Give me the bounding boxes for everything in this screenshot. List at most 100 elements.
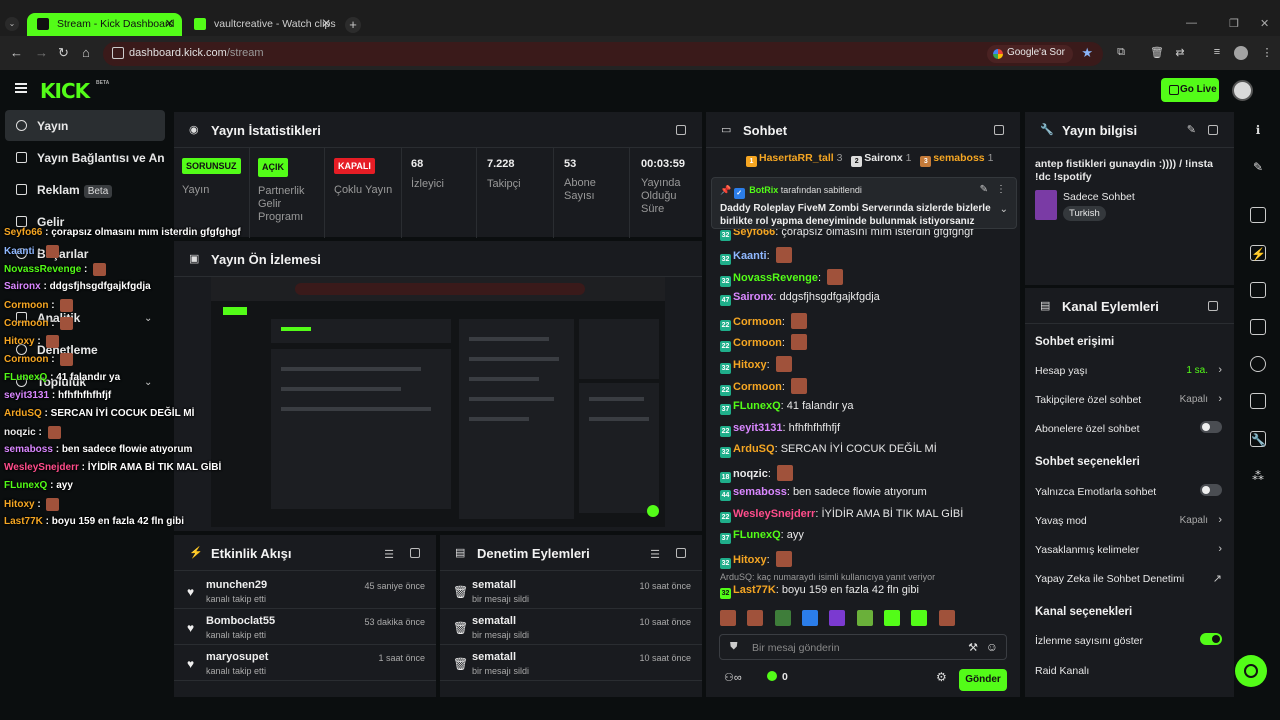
chat-username[interactable]: Kaanti xyxy=(733,250,767,262)
expand-icon[interactable] xyxy=(676,548,686,558)
wrench-icon[interactable]: 🔧 xyxy=(1250,431,1266,447)
more-icon[interactable]: ⋮ xyxy=(996,184,1006,195)
filter-icon[interactable]: ☰ xyxy=(384,548,394,561)
chevron-down-icon[interactable]: ⌄ xyxy=(144,313,152,324)
expand-icon[interactable] xyxy=(1208,301,1218,311)
emote-icon[interactable] xyxy=(829,610,846,626)
emote-icon[interactable] xyxy=(747,610,764,626)
save-icon[interactable] xyxy=(1250,393,1266,409)
translate-extension-icon[interactable]: ⇄ xyxy=(1173,46,1187,60)
help-button[interactable] xyxy=(1235,655,1267,687)
window-close-icon[interactable]: ✕ xyxy=(1260,17,1269,30)
home-icon[interactable]: ⌂ xyxy=(82,45,90,60)
sidebar-item-ads[interactable]: Reklam Beta xyxy=(5,174,165,205)
viewers-icon[interactable]: ⚇∞ xyxy=(724,671,742,684)
shortcuts-icon[interactable]: ⁂ xyxy=(1250,468,1266,484)
send-button[interactable]: Gönder xyxy=(959,669,1007,691)
expand-icon[interactable] xyxy=(1208,125,1218,135)
command-icon[interactable]: ⚒ xyxy=(968,641,978,654)
new-tab-button[interactable]: + xyxy=(345,17,361,33)
back-icon[interactable]: ← xyxy=(10,45,23,60)
language-tag[interactable]: Turkish xyxy=(1063,206,1106,221)
maximize-icon[interactable]: ❐ xyxy=(1229,17,1239,30)
stats-icon[interactable] xyxy=(1250,207,1266,223)
emote-icon[interactable] xyxy=(884,610,901,626)
expand-icon[interactable] xyxy=(994,125,1004,135)
go-live-button[interactable]: Go Live xyxy=(1161,78,1219,102)
chevron-down-icon[interactable]: ⌄ xyxy=(1000,204,1008,215)
expand-icon[interactable] xyxy=(410,548,420,558)
stream-preview-video[interactable] xyxy=(211,277,665,527)
edit-icon[interactable]: ✎ xyxy=(1187,123,1196,136)
chat-username[interactable]: Cormoon xyxy=(733,337,782,349)
filter-icon[interactable]: ☰ xyxy=(650,548,660,561)
ai-moderation-option[interactable]: Yapay Zeka ile Sohbet Denetimi ↗ xyxy=(1035,573,1222,585)
unpin-icon[interactable]: ✎ xyxy=(980,184,988,195)
chat-username[interactable]: noqzic xyxy=(733,468,768,480)
raid-option[interactable]: Raid Kanalı xyxy=(1035,665,1222,677)
settings-gear-icon[interactable]: ⚙ xyxy=(936,670,947,684)
site-info-icon[interactable] xyxy=(112,47,124,59)
kick-logo[interactable]: KICK xyxy=(40,79,90,103)
followers-only-option[interactable]: Takipçilere özel sohbet Kapalı › xyxy=(1035,393,1222,406)
close-icon[interactable]: ✕ xyxy=(165,17,174,30)
sidebar-item-stream-key[interactable]: Yayın Bağlantısı ve Anahtar xyxy=(5,142,165,173)
chat-username[interactable]: WesleySnejderr xyxy=(733,508,815,520)
emote-icon[interactable] xyxy=(720,610,736,626)
browser-tab-kick-dashboard[interactable]: Stream - Kick Dashboard ✕ xyxy=(27,13,182,36)
forward-icon[interactable]: → xyxy=(35,45,48,60)
media-icon[interactable]: ≡ xyxy=(1210,46,1224,60)
emote-icon[interactable] xyxy=(774,610,791,626)
chat-username[interactable]: Hitoxy xyxy=(733,359,767,371)
chat-username[interactable]: seyit3131 xyxy=(733,422,783,434)
chat-username[interactable]: Cormoon xyxy=(733,316,782,328)
chat-icon[interactable] xyxy=(1250,319,1266,335)
banned-words-option[interactable]: Yasaklanmış kelimeler › xyxy=(1035,543,1222,556)
slow-mode-option[interactable]: Yavaş mod Kapalı › xyxy=(1035,514,1222,527)
extension-icon[interactable]: ⧉ xyxy=(1114,46,1128,60)
chevron-down-icon[interactable]: ⌄ xyxy=(144,377,152,388)
emote-icon[interactable] xyxy=(911,610,928,626)
google-ask-button[interactable]: Google'a Sor xyxy=(986,45,1073,63)
account-age-option[interactable]: Hesap yaşı 1 sa. › xyxy=(1035,364,1222,377)
category-name[interactable]: Sadece Sohbet xyxy=(1063,191,1135,203)
emotes-only-toggle[interactable] xyxy=(1200,484,1222,496)
emote-icon[interactable] xyxy=(856,610,873,626)
user-avatar[interactable] xyxy=(1232,80,1253,101)
list-icon[interactable] xyxy=(1250,282,1266,298)
tab-search-icon[interactable]: ⌄ xyxy=(5,17,19,31)
bolt-icon[interactable]: ⚡ xyxy=(1250,245,1266,261)
chat-username[interactable]: Last77K xyxy=(733,584,776,596)
show-viewers-toggle[interactable] xyxy=(1200,633,1222,645)
chat-username[interactable]: Cormoon xyxy=(733,381,782,393)
profile-avatar[interactable] xyxy=(1234,46,1248,60)
close-icon[interactable]: ✕ xyxy=(322,17,331,30)
bookmark-star-icon[interactable]: ★ xyxy=(1081,45,1093,61)
pinned-message[interactable]: 📌 ✓ BotRix tarafından sabitlendi Daddy R… xyxy=(711,177,1017,229)
browser-tab-vaultcreative[interactable]: vaultcreative - Watch clips on K ✕ xyxy=(184,13,339,36)
subs-only-toggle[interactable] xyxy=(1200,421,1222,433)
chat-username[interactable]: FLunexQ xyxy=(733,400,781,412)
radio-icon[interactable] xyxy=(1250,356,1266,372)
address-bar[interactable]: dashboard.kick.com/stream Google'a Sor ★ xyxy=(103,42,1103,66)
emoji-icon[interactable]: ☺ xyxy=(986,640,998,654)
chat-username[interactable]: FLunexQ xyxy=(733,529,781,541)
chat-input[interactable]: ⛊ Bir mesaj gönderin ⚒ ☺ xyxy=(719,634,1007,660)
browser-menu-icon[interactable]: ⋮ xyxy=(1260,46,1274,60)
expand-icon[interactable] xyxy=(676,125,686,135)
sidebar-item-stream[interactable]: Yayın xyxy=(5,110,165,141)
chat-username[interactable]: semaboss xyxy=(733,486,787,498)
chat-username[interactable]: NovassRevenge xyxy=(733,272,818,284)
trash-extension-icon[interactable]: 🗑 xyxy=(1150,46,1164,60)
chat-username[interactable]: Hitoxy xyxy=(733,554,767,566)
chat-username[interactable]: ArduSQ xyxy=(733,443,775,455)
emote-icon[interactable] xyxy=(938,610,955,626)
minimize-icon[interactable]: — xyxy=(1186,17,1197,29)
menu-icon[interactable] xyxy=(15,83,27,93)
chat-username[interactable]: Saironx xyxy=(733,291,773,303)
emote-icon[interactable] xyxy=(802,610,819,626)
edit-icon[interactable]: ✎ xyxy=(1250,159,1266,175)
reload-icon[interactable]: ↻ xyxy=(58,45,69,61)
info-icon[interactable]: ℹ xyxy=(1250,122,1266,138)
category-thumbnail[interactable] xyxy=(1035,190,1057,220)
